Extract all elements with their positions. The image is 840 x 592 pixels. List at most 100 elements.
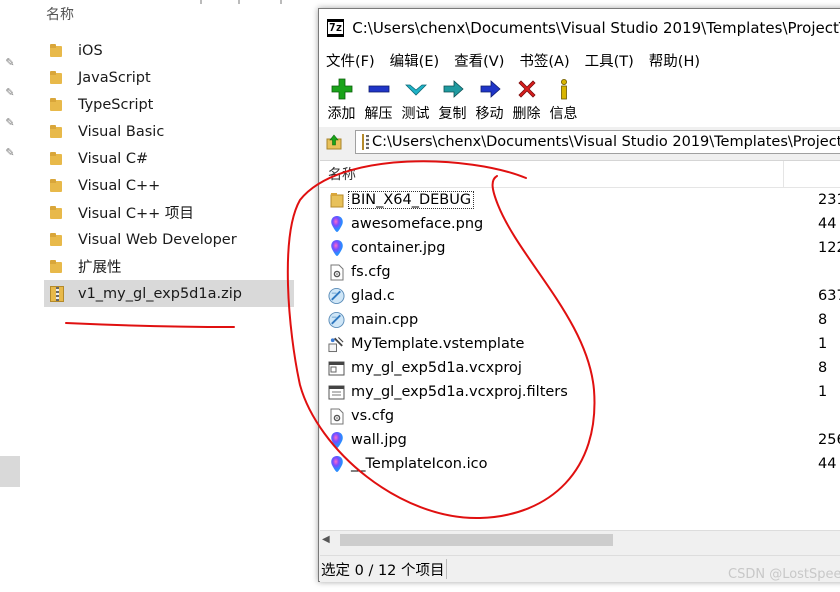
nav-selected-item[interactable] [0,456,20,487]
file-size: 1 [818,384,828,400]
toolbar-button[interactable]: 移动 [471,77,508,127]
menu-bar: 文件(F) 编辑(E) 查看(V) 书签(A) 工具(T) 帮助(H) [319,47,840,73]
toolbar-button[interactable]: 测试 [397,77,434,127]
folder-icon [50,125,64,138]
menu-item[interactable]: 工具(T) [585,50,634,71]
file-size: 44 [818,216,837,232]
explorer-item[interactable]: iOS [44,37,294,64]
explorer-item-label: JavaScript [78,69,151,86]
column-header: 名称 [320,161,840,188]
toolbar-button[interactable]: 添加 [323,77,360,127]
file-name: main.cpp [351,312,419,328]
explorer-item-label: 扩展性 [78,260,122,276]
menu-item[interactable]: 书签(A) [519,50,569,71]
7zip-window: 7z C:\Users\chenx\Documents\Visual Studi… [318,8,840,582]
file-row[interactable]: my_gl_exp5d1a.vcxproj 8 [320,356,840,380]
scroll-thumb[interactable] [340,534,613,546]
file-row[interactable]: fs.cfg [320,260,840,284]
file-name: __TemplateIcon.ico [351,456,488,472]
toolbar: 添加 解压 测试 复制 移动 删除 信息 [319,73,840,127]
address-input[interactable]: C:\Users\chenx\Documents\Visual Studio 2… [355,130,840,154]
column-header-name[interactable]: 名称 [320,164,356,184]
explorer-item-label: iOS [78,42,103,59]
explorer-item[interactable]: JavaScript [44,64,294,91]
explorer-item[interactable]: Visual Basic [44,118,294,145]
window-title: C:\Users\chenx\Documents\Visual Studio 2… [352,19,840,37]
plus-icon [330,77,354,101]
vcxproj-icon [328,359,345,377]
toolbar-button[interactable]: 删除 [508,77,545,127]
file-row[interactable]: BIN_X64_DEBUG 231 [320,188,840,212]
status-text: 选定 0 / 12 个项目 [321,562,445,579]
file-name: glad.c [351,288,395,304]
config-file-icon [328,407,345,425]
move-arrow-icon [478,77,502,101]
file-row[interactable]: awesomeface.png 44 [320,212,840,236]
file-name: wall.jpg [351,432,407,448]
toolbar-button[interactable]: 解压 [360,77,397,127]
toolbar-button-label: 测试 [401,106,430,122]
explorer-item[interactable]: Visual C# [44,145,294,172]
explorer-item[interactable]: Visual Web Developer [44,226,294,253]
toolbar-button[interactable]: 信息 [545,77,582,127]
explorer-item-label: Visual Web Developer [78,231,237,248]
pin-icon[interactable]: ✎ [4,57,16,69]
horizontal-scrollbar[interactable]: ◀ [320,530,840,549]
column-divider[interactable] [783,161,784,188]
navigation-pane: ✎ ✎ ✎ ✎ [0,0,20,592]
explorer-item[interactable]: 扩展性 [44,253,294,280]
explorer-file-list: iOS JavaScript TypeScript Visual Basic Visua… [44,37,294,307]
explorer-item[interactable]: Visual C++ [44,172,294,199]
folder-icon [50,206,64,219]
file-row[interactable]: vs.cfg [320,404,840,428]
file-row[interactable]: __TemplateIcon.ico 44 [320,452,840,476]
explorer-item[interactable]: Visual C++ 项目 [44,199,294,226]
address-text: C:\Users\chenx\Documents\Visual Studio 2… [372,134,840,150]
toolbar-button-label: 删除 [512,106,541,122]
file-row[interactable]: wall.jpg 256 [320,428,840,452]
folder-icon [50,233,64,246]
file-name: container.jpg [351,240,446,256]
menu-item[interactable]: 查看(V) [454,50,504,71]
menu-item[interactable]: 编辑(E) [390,50,439,71]
folder-icon [50,260,64,273]
info-icon [552,77,576,101]
explorer-item[interactable]: v1_my_gl_exp5d1a.zip [44,280,294,307]
delete-x-icon [515,77,539,101]
explorer-item-label: Visual C++ [78,177,161,194]
file-size: 1 [818,336,828,352]
up-folder-icon[interactable] [323,131,345,153]
file-name: fs.cfg [351,264,391,280]
file-name: MyTemplate.vstemplate [351,336,525,352]
toolbar-button-label: 复制 [438,106,467,122]
column-header-edges [200,0,320,6]
file-row[interactable]: glad.c 637 [320,284,840,308]
folder-icon [50,98,64,111]
title-bar[interactable]: 7z C:\Users\chenx\Documents\Visual Studi… [319,9,840,47]
minus-icon [367,77,391,101]
zip-archive-icon [362,134,369,150]
pin-icon[interactable]: ✎ [4,117,16,129]
explorer-item-label: Visual C++ 项目 [78,206,194,222]
pin-icon[interactable]: ✎ [4,147,16,159]
file-size: 231 [818,192,840,208]
vcxproj-filters-icon [328,383,345,401]
menu-item[interactable]: 帮助(H) [649,50,700,71]
file-row[interactable]: MyTemplate.vstemplate 1 [320,332,840,356]
7zip-app-icon: 7z [327,19,345,37]
cpp-source-icon [328,311,345,329]
pin-icon[interactable]: ✎ [4,87,16,99]
toolbar-button-label: 信息 [549,106,578,122]
file-row[interactable]: main.cpp 8 [320,308,840,332]
scroll-left-icon[interactable]: ◀ [322,534,330,545]
toolbar-button[interactable]: 复制 [434,77,471,127]
menu-item[interactable]: 文件(F) [326,50,375,71]
folder-icon [50,179,64,192]
file-row[interactable]: my_gl_exp5d1a.vcxproj.filters 1 [320,380,840,404]
explorer-column-name[interactable]: 名称 [46,4,74,24]
explorer-item-label: Visual Basic [78,123,165,140]
archive-file-list: 名称 BIN_X64_DEBUG 231 awesomeface.png 44 cont… [320,160,840,530]
file-row[interactable]: container.jpg 122 [320,236,840,260]
explorer-item[interactable]: TypeScript [44,91,294,118]
image-icon [328,431,345,449]
